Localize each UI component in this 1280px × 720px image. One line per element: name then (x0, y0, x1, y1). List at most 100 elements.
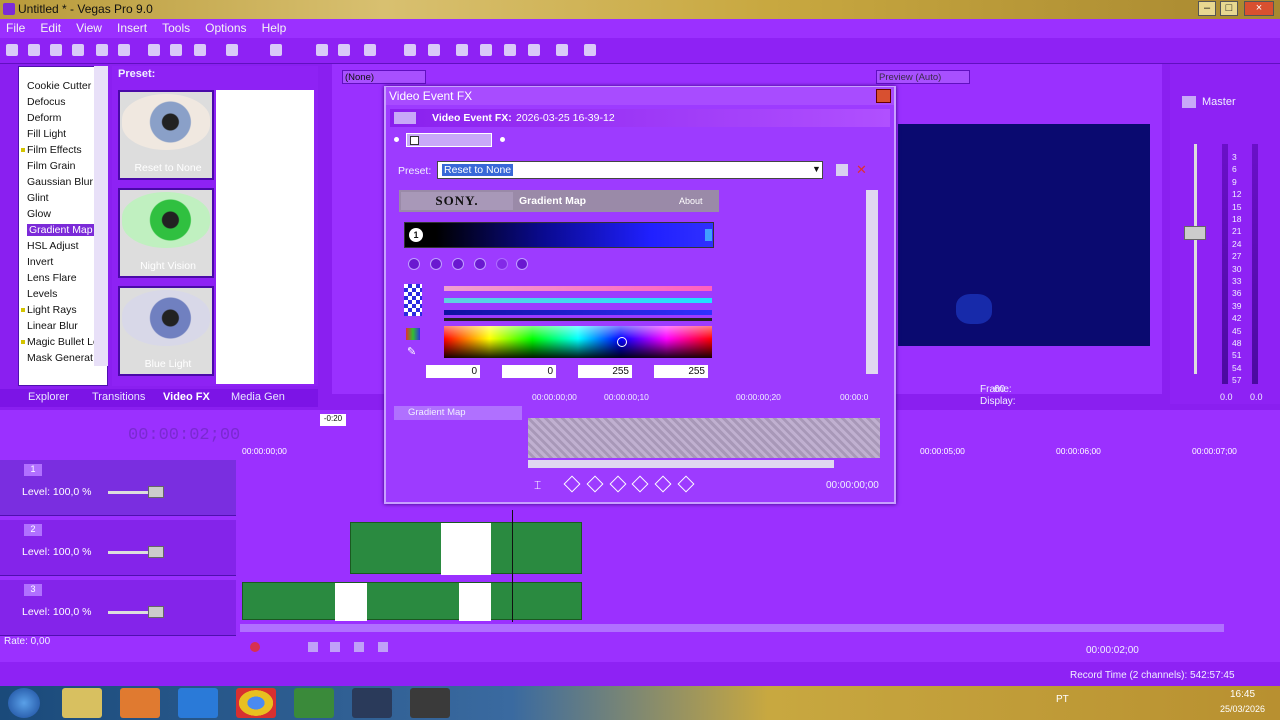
brush-icon[interactable] (556, 44, 568, 56)
preset-thumb-night-vision[interactable]: Night Vision (118, 188, 214, 278)
color-spectrum-picker[interactable] (444, 326, 712, 358)
cut-icon[interactable] (148, 44, 160, 56)
fx-item[interactable]: Glint (27, 192, 49, 204)
stop-tool-icon[interactable] (430, 258, 442, 270)
blue-value-field[interactable]: 255 (578, 365, 632, 378)
plugin-vscrollbar[interactable] (866, 190, 878, 374)
record-button[interactable] (250, 642, 260, 652)
red-channel-slider[interactable] (444, 286, 712, 291)
fx-chain-icon[interactable] (394, 112, 416, 124)
fx-item[interactable]: Fill Light (27, 128, 66, 140)
track-level-knob[interactable] (148, 606, 164, 618)
menu-options[interactable]: Options (199, 19, 252, 37)
keyframe-hscrollbar[interactable] (528, 460, 834, 468)
help-icon[interactable] (584, 44, 596, 56)
keyframe-lane[interactable] (528, 418, 880, 458)
save-preset-icon[interactable] (836, 164, 848, 176)
stop-tool-icon[interactable] (452, 258, 464, 270)
menu-help[interactable]: Help (256, 19, 293, 37)
fx-item[interactable]: Invert (27, 256, 53, 268)
explorer-taskbar-icon[interactable] (62, 688, 102, 718)
selection-edit-icon[interactable] (480, 44, 492, 56)
gradient-bar[interactable]: 1 (404, 222, 714, 248)
properties-icon[interactable] (118, 44, 130, 56)
eyedropper-icon[interactable]: ✎ (407, 345, 419, 358)
gradient-stop-1[interactable]: 1 (409, 228, 423, 242)
fx-plugin-chip[interactable] (406, 133, 492, 147)
stop-tool-icon[interactable] (516, 258, 528, 270)
stop-tool-icon[interactable] (496, 258, 508, 270)
tab-explorer[interactable]: Explorer (28, 391, 69, 403)
redo-icon[interactable] (270, 44, 282, 56)
menu-tools[interactable]: Tools (156, 19, 196, 37)
color-palette-icon[interactable] (406, 328, 420, 340)
edge-taskbar-icon[interactable] (178, 688, 218, 718)
menu-edit[interactable]: Edit (34, 19, 67, 37)
tab-transitions[interactable]: Transitions (92, 391, 145, 403)
start-button-icon[interactable] (8, 688, 40, 718)
gradient-stop-2[interactable] (705, 229, 712, 241)
fx-item[interactable]: HSL Adjust (27, 240, 79, 252)
spectrum-cursor[interactable] (617, 337, 627, 347)
fx-item[interactable]: Lens Flare (27, 272, 77, 284)
video-clip-track-3[interactable] (242, 582, 582, 621)
stop-tool-icon[interactable] (408, 258, 420, 270)
tab-video-fx[interactable]: Video FX (163, 391, 210, 403)
render-icon[interactable] (96, 44, 108, 56)
blue-channel-slider[interactable] (444, 310, 712, 315)
marker-icon[interactable] (528, 44, 540, 56)
playhead-cursor[interactable] (512, 510, 513, 622)
fx-item[interactable]: Defocus (27, 96, 66, 108)
alpha-channel-slider[interactable] (444, 318, 712, 321)
stop-button[interactable] (378, 642, 388, 652)
about-button[interactable]: About (679, 196, 703, 206)
maximize-button[interactable]: □ (1220, 1, 1238, 16)
lock-envelopes-icon[interactable] (364, 44, 376, 56)
play-button[interactable] (330, 642, 340, 652)
tab-media-generators[interactable]: Media Gen (231, 391, 285, 403)
green-channel-slider[interactable] (444, 298, 712, 303)
menu-file[interactable]: File (0, 19, 31, 37)
delete-preset-icon[interactable]: ✕ (856, 162, 867, 178)
auto-ripple-icon[interactable] (338, 44, 350, 56)
open-icon[interactable] (28, 44, 40, 56)
envelope-edit-icon[interactable] (456, 44, 468, 56)
dialog-title-bar[interactable]: Video Event FX (386, 87, 894, 105)
sync-cursor-icon[interactable]: ⌶ (534, 478, 548, 492)
preview-select[interactable]: (None) (342, 70, 426, 84)
snap-icon[interactable] (316, 44, 328, 56)
normal-edit-icon[interactable] (428, 44, 440, 56)
new-icon[interactable] (6, 44, 18, 56)
alpha-value-field[interactable]: 255 (654, 365, 708, 378)
preset-combobox[interactable]: Reset to None ▼ (437, 161, 823, 179)
red-value-field[interactable]: 0 (426, 365, 480, 378)
fx-item[interactable]: Cookie Cutter (27, 80, 91, 92)
fx-list-scrollbar[interactable] (94, 66, 108, 366)
fx-item[interactable]: Deform (27, 112, 61, 124)
pause-button[interactable] (354, 642, 364, 652)
ignore-grouping-icon[interactable] (404, 44, 416, 56)
fx-item[interactable]: Light Rays (27, 304, 77, 316)
vegas-taskbar-icon[interactable] (352, 688, 392, 718)
green-value-field[interactable]: 0 (502, 365, 556, 378)
obs-taskbar-icon[interactable] (410, 688, 450, 718)
menu-insert[interactable]: Insert (111, 19, 153, 37)
fx-item[interactable]: Film Effects (27, 144, 82, 156)
menu-view[interactable]: View (70, 19, 108, 37)
keyframe-track-row[interactable]: Gradient Map (394, 406, 522, 420)
minimize-button[interactable]: – (1198, 1, 1216, 16)
fx-item[interactable]: Glow (27, 208, 51, 220)
preset-thumb-blue-light[interactable]: Blue Light (118, 286, 214, 376)
stop-tool-icon[interactable] (474, 258, 486, 270)
track-level-knob[interactable] (148, 546, 164, 558)
track-level-knob[interactable] (148, 486, 164, 498)
fx-item[interactable]: Film Grain (27, 160, 75, 172)
color-swatch[interactable] (404, 284, 422, 316)
track-header-2[interactable]: 2 Level: 100,0 % (0, 520, 236, 576)
app-taskbar-icon[interactable] (294, 688, 334, 718)
zoom-edit-icon[interactable] (504, 44, 516, 56)
track-header-3[interactable]: 3 Level: 100,0 % (0, 580, 236, 636)
fx-item-selected[interactable]: Gradient Map (27, 224, 95, 236)
master-fader-knob[interactable] (1184, 226, 1206, 240)
language-indicator[interactable]: PT (1056, 694, 1069, 705)
